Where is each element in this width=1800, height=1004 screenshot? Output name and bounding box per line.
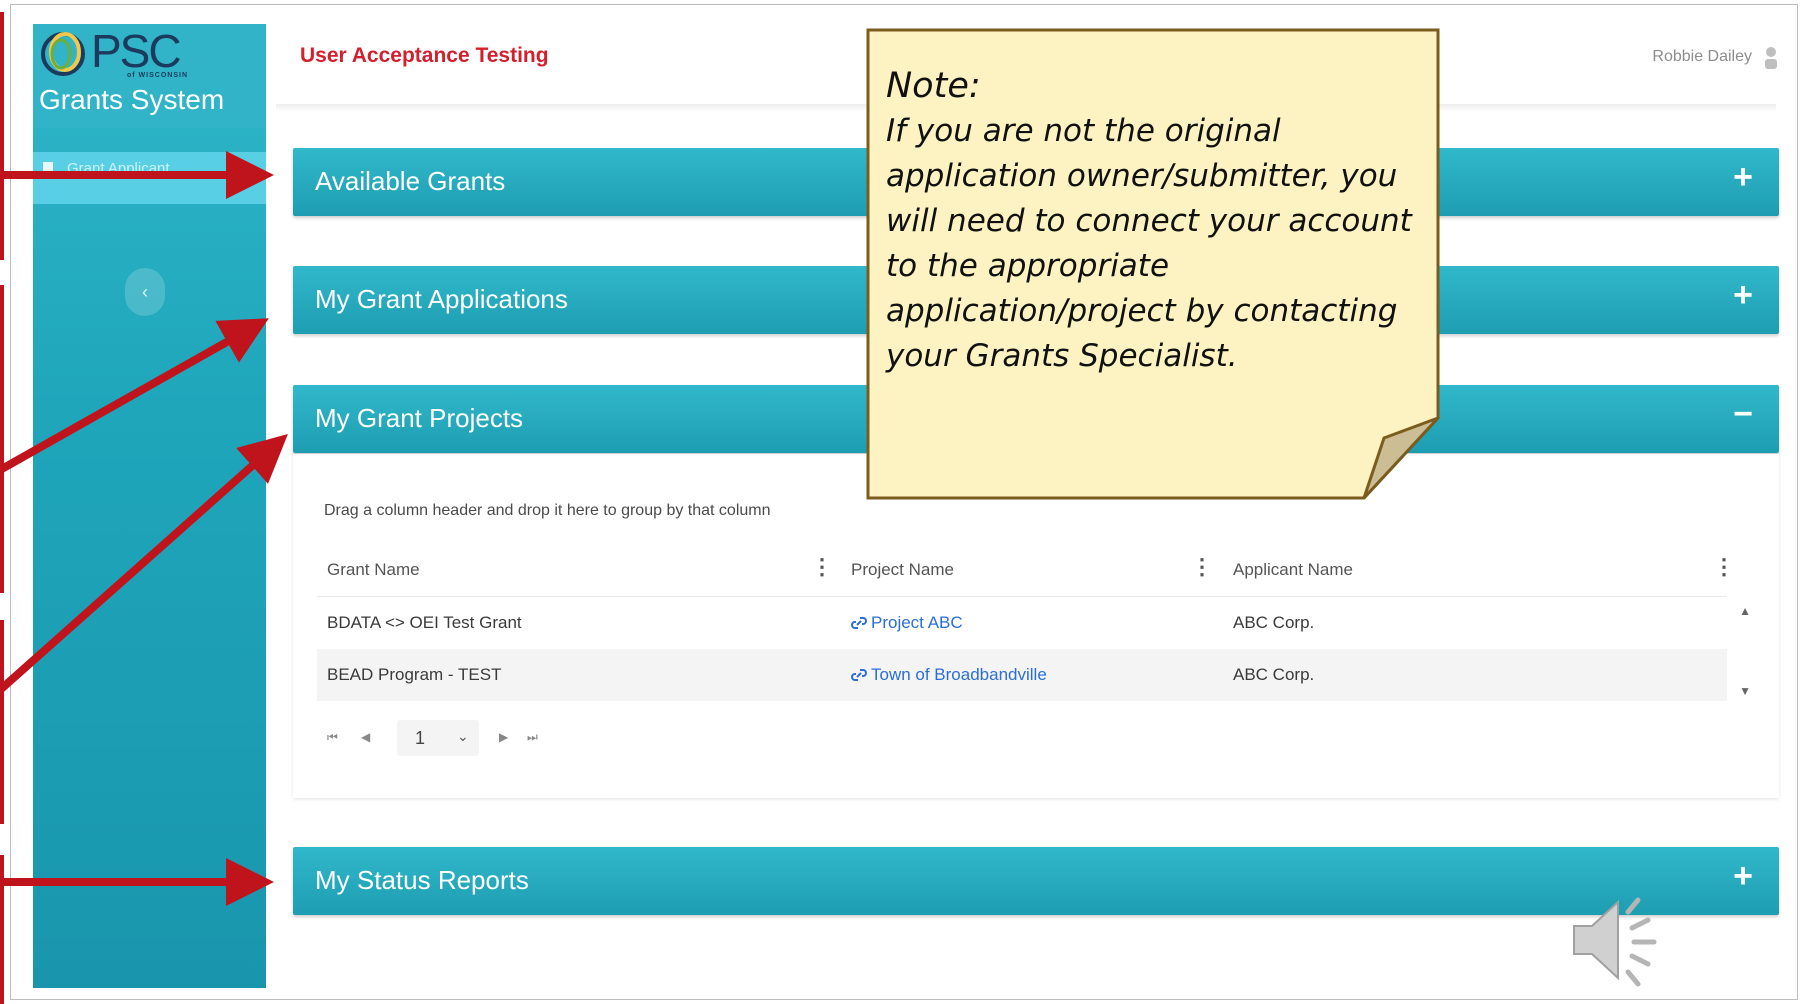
column-menu-icon[interactable]: ⋮ [811,554,833,580]
note-body: If you are not the original application … [886,113,1412,374]
applicant-name-cell: ABC Corp. [1233,665,1315,684]
panel-title: My Grant Applications [315,284,568,314]
sidebar-collapse-button[interactable]: ‹ [125,268,165,316]
left-rail [0,12,4,260]
link-icon[interactable] [851,667,867,683]
grant-name-cell: BEAD Program - TEST [327,665,502,684]
group-by-drop-zone[interactable]: Drag a column header and drop it here to… [324,502,771,520]
prev-page-icon[interactable]: ◀ [361,730,370,744]
first-page-icon[interactable]: ⏮ [327,730,338,745]
note-title: Note: [886,66,981,106]
column-header-grant-name[interactable]: Grant Name [327,560,420,580]
scroll-down-icon[interactable]: ▼ [1739,684,1751,698]
user-icon[interactable] [1764,46,1778,70]
next-page-icon[interactable]: ▶ [499,730,508,744]
logo-subtext: of WISCONSIN [127,72,188,79]
link-icon[interactable] [851,615,867,631]
projects-grid: Grant Name ⋮ Project Name ⋮ Applicant Na… [317,544,1765,701]
system-name: Grants System [39,84,225,115]
pager: ⏮ ◀ 1 ⌄ ▶ ⏭ [327,718,567,758]
sidebar-item-grant-applicant[interactable]: Grant Applicant [33,152,266,204]
column-header-applicant-name[interactable]: Applicant Name [1233,560,1353,580]
table-row[interactable]: BDATA <> OEI Test Grant Project ABC ABC … [317,597,1727,649]
left-rail [0,855,4,1004]
panel-title: My Grant Projects [315,403,524,433]
sidebar: PSC of WISCONSIN Grants System Grant App… [33,24,266,988]
page-select[interactable]: 1 ⌄ [397,720,479,756]
expand-icon[interactable]: + [1733,158,1753,197]
column-menu-icon[interactable]: ⋮ [1713,554,1735,580]
note-text: Note: If you are not the original applic… [886,64,1426,379]
environment-label: User Acceptance Testing [300,44,549,67]
expand-icon[interactable]: + [1733,857,1753,896]
user-name[interactable]: Robbie Dailey [1652,48,1752,66]
page-number: 1 [415,728,426,748]
expand-icon[interactable]: + [1733,276,1753,315]
collapse-icon[interactable]: − [1733,395,1753,434]
table-row[interactable]: BEAD Program - TEST Town of Broadbandvil… [317,649,1727,701]
grid-header-row: Grant Name ⋮ Project Name ⋮ Applicant Na… [317,544,1735,597]
panel-title: Available Grants [315,166,506,196]
scroll-up-icon[interactable]: ▲ [1739,604,1751,618]
left-rail [0,620,4,824]
project-name-link[interactable]: Town of Broadbandville [871,665,1047,685]
applicant-name-cell: ABC Corp. [1233,613,1315,632]
document-icon [43,162,53,175]
sidebar-item-label: Grant Applicant [67,160,170,177]
chevron-left-icon: ‹ [142,282,148,302]
logo-text: PSC [91,25,182,77]
grant-name-cell: BDATA <> OEI Test Grant [327,613,522,632]
grant-projects-body: Drag a column header and drop it here to… [293,454,1779,798]
speaker-icon[interactable] [1570,890,1670,990]
column-menu-icon[interactable]: ⋮ [1191,554,1213,580]
logo-area: PSC of WISCONSIN Grants System [33,24,266,128]
chevron-down-icon: ⌄ [457,728,469,744]
panel-title: My Status Reports [315,865,529,895]
project-name-link[interactable]: Project ABC [871,613,963,633]
left-rail [0,285,4,593]
note-callout: Note: If you are not the original applic… [866,28,1440,500]
psc-logo-icon [41,32,85,76]
panel-my-status-reports[interactable]: My Status Reports + [293,847,1779,915]
column-header-project-name[interactable]: Project Name [851,560,954,580]
last-page-icon[interactable]: ⏭ [527,730,538,745]
